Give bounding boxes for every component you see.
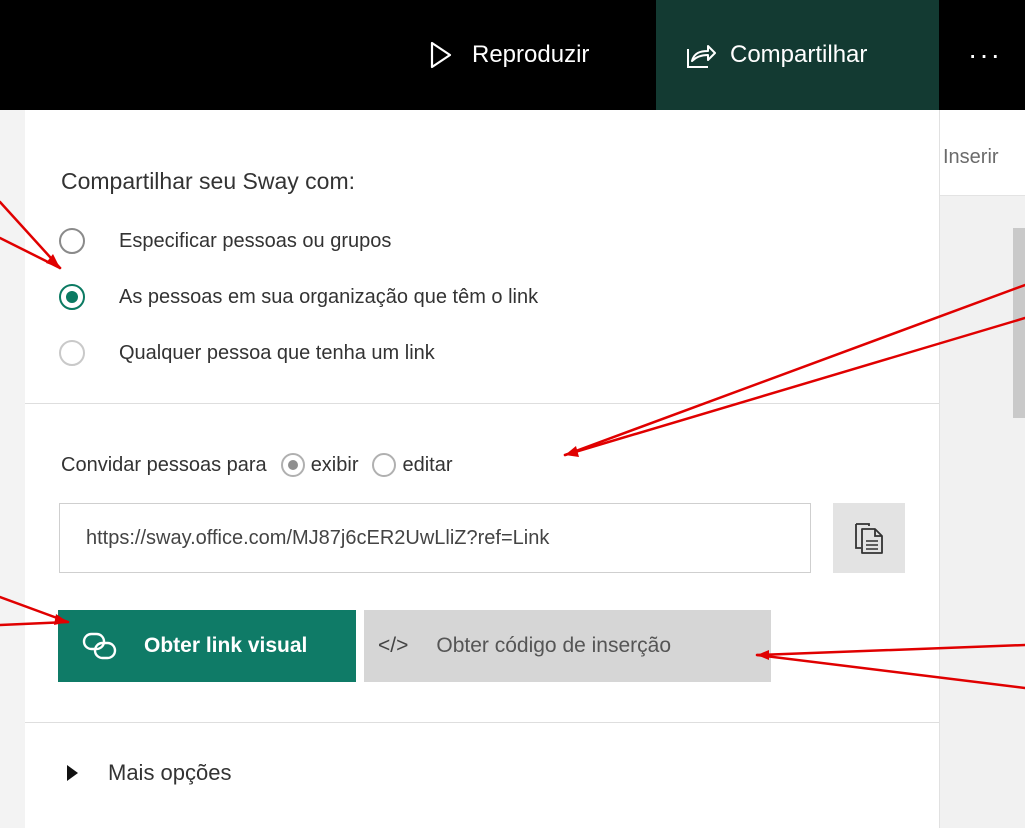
more-button[interactable]: ···	[968, 0, 1002, 110]
share-panel: Compartilhar seu Sway com: Especificar p…	[25, 110, 940, 828]
permission-edit-label: editar	[402, 453, 453, 476]
share-heading: Compartilhar seu Sway com:	[61, 168, 355, 194]
code-icon: </>	[378, 634, 409, 657]
audience-option-organization[interactable]: As pessoas em sua organização que têm o …	[59, 284, 538, 310]
audience-option-label: As pessoas em sua organização que têm o …	[119, 285, 539, 308]
permission-view-radio[interactable]	[280, 453, 305, 477]
share-link-field[interactable]	[59, 503, 811, 573]
invite-permission-row: Convidar pessoas para exibir editar	[61, 453, 453, 477]
get-embed-code-button[interactable]: </> Obter código de inserção	[364, 610, 771, 682]
visual-link-label: Obter link visual	[144, 634, 308, 657]
play-icon	[430, 41, 452, 69]
share-button[interactable]: Compartilhar	[656, 0, 939, 110]
right-header: Inserir	[940, 110, 1025, 196]
play-label: Reproduzir	[472, 41, 590, 68]
audience-option-anyone[interactable]: Qualquer pessoa que tenha um link	[59, 340, 435, 366]
get-visual-link-button[interactable]: Obter link visual	[58, 610, 356, 682]
embed-code-label: Obter código de inserção	[436, 634, 672, 657]
divider	[25, 722, 939, 723]
more-options-toggle[interactable]: Mais opções	[67, 760, 232, 786]
audience-option-label: Especificar pessoas ou grupos	[119, 229, 392, 252]
link-icon	[82, 632, 117, 660]
top-bar: Reproduzir Compartilhar ···	[0, 0, 1025, 110]
radio-button[interactable]	[59, 340, 85, 366]
left-background-strip	[0, 110, 26, 828]
insert-tab[interactable]: Inserir	[943, 146, 999, 169]
radio-button[interactable]	[59, 228, 85, 254]
more-options-label: Mais opções	[108, 760, 232, 785]
scrollbar-thumb[interactable]	[1013, 228, 1025, 418]
divider	[25, 403, 939, 404]
share-icon	[687, 45, 716, 68]
audience-option-specific[interactable]: Especificar pessoas ou grupos	[59, 228, 391, 254]
copy-link-button[interactable]	[833, 503, 905, 573]
copy-icon	[855, 523, 883, 554]
radio-button-selected[interactable]	[59, 284, 85, 310]
play-button[interactable]: Reproduzir	[430, 0, 589, 110]
more-icon: ···	[968, 39, 1002, 70]
audience-option-label: Qualquer pessoa que tenha um link	[119, 341, 435, 364]
invite-label: Convidar pessoas para	[61, 453, 267, 476]
permission-view-label: exibir	[310, 453, 359, 476]
share-label: Compartilhar	[730, 41, 868, 68]
permission-edit-radio[interactable]	[372, 453, 397, 477]
right-background: Inserir	[940, 110, 1025, 828]
expand-triangle-icon	[67, 765, 78, 781]
